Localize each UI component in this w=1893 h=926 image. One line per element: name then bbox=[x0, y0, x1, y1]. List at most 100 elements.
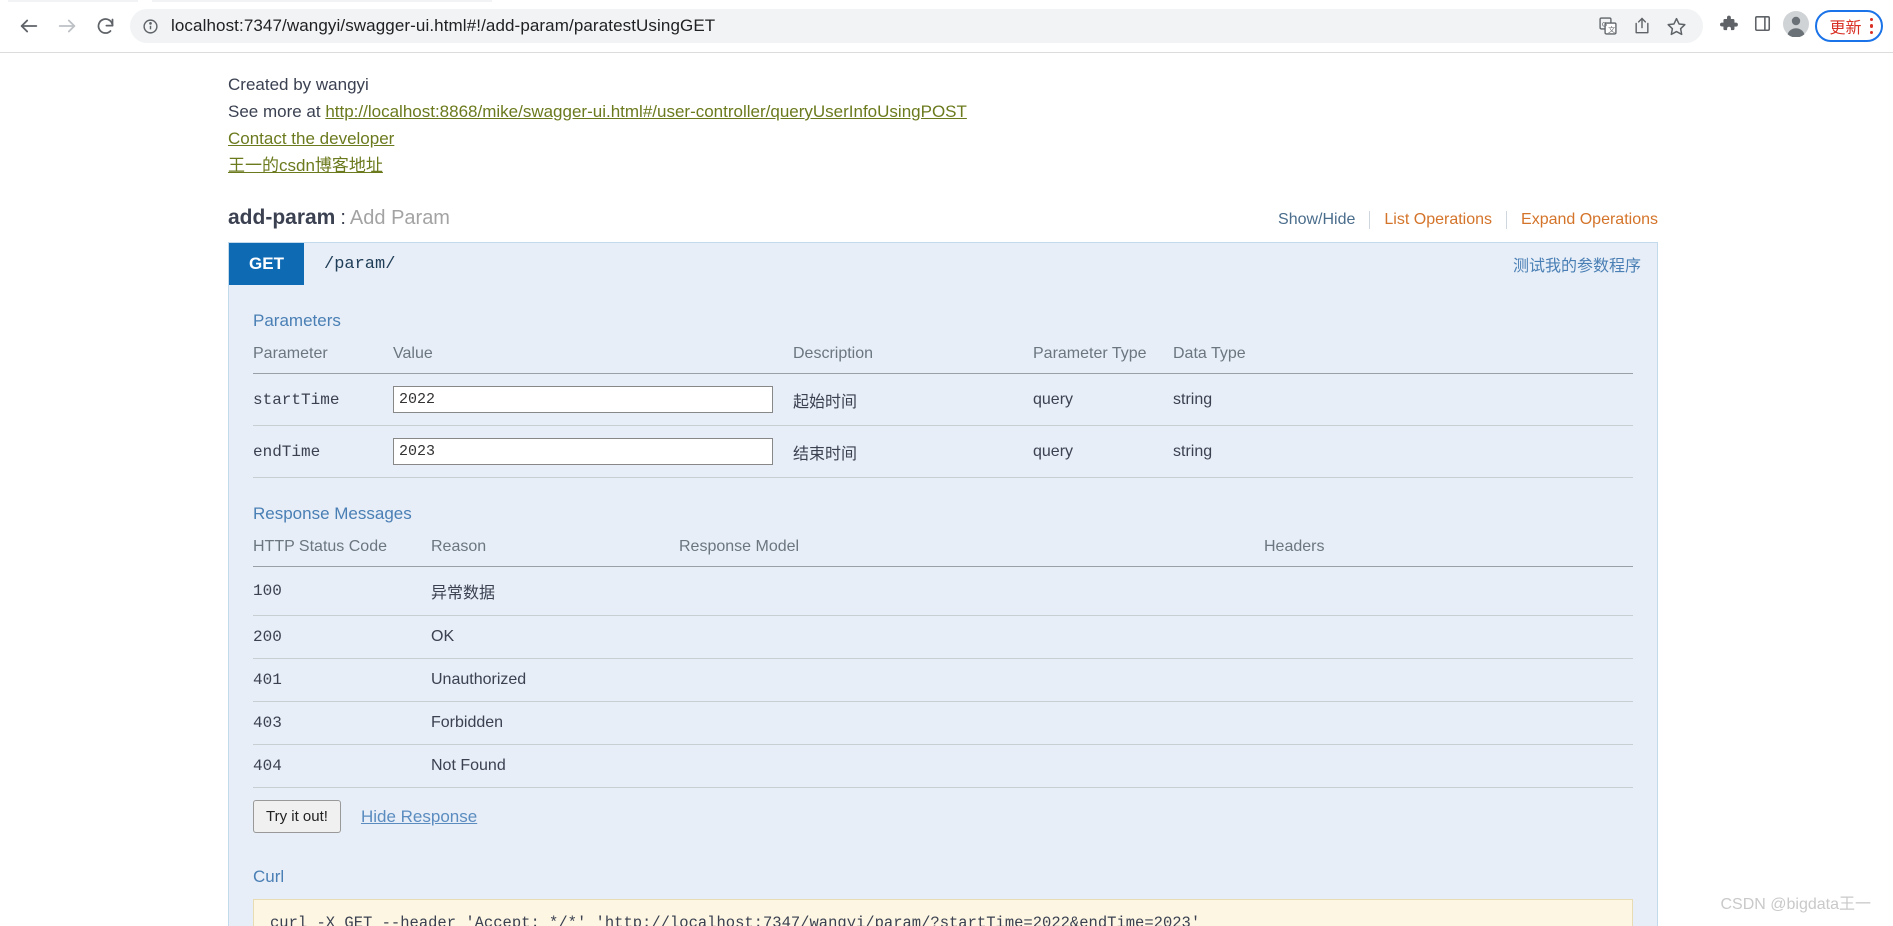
response-headers bbox=[1264, 615, 1633, 659]
browser-tab-stub-1[interactable] bbox=[8, 0, 138, 2]
swagger-content: Created by wangyi See more at http://loc… bbox=[0, 53, 1893, 926]
table-row: 401 Unauthorized bbox=[253, 658, 1633, 702]
created-by-line: Created by wangyi bbox=[228, 75, 369, 94]
table-row: 403 Forbidden bbox=[253, 701, 1633, 745]
address-bar-url[interactable]: localhost:7347/wangyi/swagger-ui.html#!/… bbox=[171, 16, 715, 36]
param-type: query bbox=[1033, 373, 1173, 426]
param-type: query bbox=[1033, 425, 1173, 478]
response-reason: OK bbox=[431, 615, 679, 659]
param-description: 结束时间 bbox=[793, 425, 1033, 478]
end-time-input[interactable] bbox=[393, 438, 773, 465]
response-code: 403 bbox=[253, 701, 431, 745]
resource-header: add-param : Add Param Show/Hide List Ope… bbox=[228, 206, 1658, 230]
side-panel-icon bbox=[1753, 14, 1772, 38]
response-messages-table: HTTP Status Code Reason Response Model H… bbox=[253, 538, 1633, 788]
blog-line: 王一的csdn博客地址 bbox=[228, 152, 1893, 179]
svg-text:文: 文 bbox=[1609, 25, 1616, 34]
response-messages-title: Response Messages bbox=[253, 504, 412, 523]
response-headers bbox=[1264, 701, 1633, 745]
translate-icon[interactable]: G 文 bbox=[1593, 11, 1623, 41]
response-reason: Forbidden bbox=[431, 701, 679, 745]
csdn-watermark: CSDN @bigdata王一 bbox=[1720, 896, 1871, 913]
response-model bbox=[679, 658, 1264, 702]
resource-description: Add Param bbox=[349, 207, 450, 229]
three-dot-menu-icon[interactable] bbox=[1869, 17, 1873, 35]
profile-button[interactable] bbox=[1779, 9, 1813, 43]
see-more-prefix: See more at bbox=[228, 102, 326, 121]
browser-tab-stub-2[interactable] bbox=[152, 0, 492, 2]
response-model bbox=[679, 744, 1264, 788]
operation-block: GET /param/ 测试我的参数程序 Parameters Paramete… bbox=[228, 242, 1658, 926]
col-http-status-code: HTTP Status Code bbox=[253, 538, 431, 567]
try-it-out-button[interactable]: Try it out! bbox=[253, 800, 341, 833]
table-row: startTime 起始时间 query string bbox=[253, 373, 1633, 426]
resource-options: Show/Hide List Operations Expand Operati… bbox=[1264, 211, 1658, 229]
omnibox-actions: G 文 bbox=[1593, 11, 1691, 41]
col-headers: Headers bbox=[1264, 538, 1633, 567]
response-code: 401 bbox=[253, 658, 431, 702]
swagger-ui-page: Created by wangyi See more at http://loc… bbox=[0, 53, 1893, 926]
curl-block: curl -X GET --header 'Accept: */*' 'http… bbox=[253, 899, 1633, 926]
operation-path[interactable]: /param/ bbox=[324, 255, 395, 274]
back-button[interactable] bbox=[10, 7, 48, 45]
operation-header[interactable]: GET /param/ 测试我的参数程序 bbox=[229, 243, 1657, 285]
start-time-input[interactable] bbox=[393, 386, 773, 413]
profile-avatar-icon bbox=[1783, 10, 1810, 42]
forward-button[interactable] bbox=[48, 7, 86, 45]
param-description: 起始时间 bbox=[793, 373, 1033, 426]
operation-body: Parameters Parameter Value Description P… bbox=[229, 285, 1657, 926]
parameters-table: Parameter Value Description Parameter Ty… bbox=[253, 345, 1633, 478]
operation-summary[interactable]: 测试我的参数程序 bbox=[1513, 252, 1641, 276]
star-icon[interactable] bbox=[1661, 11, 1691, 41]
svg-text:G: G bbox=[1602, 21, 1607, 28]
response-headers bbox=[1264, 658, 1633, 702]
update-button[interactable]: 更新 bbox=[1815, 10, 1883, 42]
col-response-model: Response Model bbox=[679, 538, 1264, 567]
forward-arrow-icon bbox=[56, 15, 78, 37]
response-model bbox=[679, 566, 1264, 616]
table-row: 200 OK bbox=[253, 615, 1633, 659]
back-arrow-icon bbox=[18, 15, 40, 37]
http-method-badge[interactable]: GET bbox=[229, 243, 304, 285]
response-reason: Not Found bbox=[431, 744, 679, 788]
resource-name[interactable]: add-param bbox=[228, 206, 335, 230]
extensions-button[interactable] bbox=[1711, 9, 1745, 43]
see-more-link[interactable]: http://localhost:8868/mike/swagger-ui.ht… bbox=[325, 102, 967, 121]
col-description: Description bbox=[793, 345, 1033, 374]
parameters-title: Parameters bbox=[253, 311, 341, 330]
col-parameter: Parameter bbox=[253, 345, 393, 374]
response-code: 100 bbox=[253, 566, 431, 616]
browser-toolbar: localhost:7347/wangyi/swagger-ui.html#!/… bbox=[0, 0, 1893, 53]
param-value-cell bbox=[393, 373, 793, 426]
update-button-label: 更新 bbox=[1829, 20, 1862, 37]
hide-response-link[interactable]: Hide Response bbox=[361, 807, 477, 827]
responses-header-row: HTTP Status Code Reason Response Model H… bbox=[253, 538, 1633, 567]
col-value: Value bbox=[393, 345, 793, 374]
expand-operations-link[interactable]: Expand Operations bbox=[1507, 211, 1658, 229]
reload-button[interactable] bbox=[86, 7, 124, 45]
side-panel-button[interactable] bbox=[1745, 9, 1779, 43]
param-value-cell bbox=[393, 425, 793, 478]
reload-icon bbox=[95, 16, 116, 37]
response-headers bbox=[1264, 744, 1633, 788]
show-hide-link[interactable]: Show/Hide bbox=[1264, 211, 1369, 229]
resource-colon: : bbox=[340, 207, 346, 229]
response-headers bbox=[1264, 566, 1633, 616]
info-circle-icon[interactable] bbox=[142, 18, 159, 35]
param-name: endTime bbox=[253, 425, 393, 478]
contact-developer-line: Contact the developer bbox=[228, 125, 1893, 152]
see-more-line: See more at http://localhost:8868/mike/s… bbox=[228, 98, 1893, 125]
sandbox-actions: Try it out! Hide Response bbox=[253, 800, 1633, 837]
csdn-blog-link[interactable]: 王一的csdn博客地址 bbox=[228, 156, 383, 175]
list-operations-link[interactable]: List Operations bbox=[1370, 211, 1506, 229]
address-bar[interactable]: localhost:7347/wangyi/swagger-ui.html#!/… bbox=[130, 9, 1704, 43]
response-reason: Unauthorized bbox=[431, 658, 679, 702]
parameters-header-row: Parameter Value Description Parameter Ty… bbox=[253, 345, 1633, 374]
contact-developer-link[interactable]: Contact the developer bbox=[228, 129, 394, 148]
share-icon[interactable] bbox=[1627, 11, 1657, 41]
response-model bbox=[679, 615, 1264, 659]
table-row: endTime 结束时间 query string bbox=[253, 425, 1633, 478]
table-row: 100 异常数据 bbox=[253, 566, 1633, 616]
response-reason: 异常数据 bbox=[431, 566, 679, 616]
curl-title: Curl bbox=[253, 867, 285, 886]
